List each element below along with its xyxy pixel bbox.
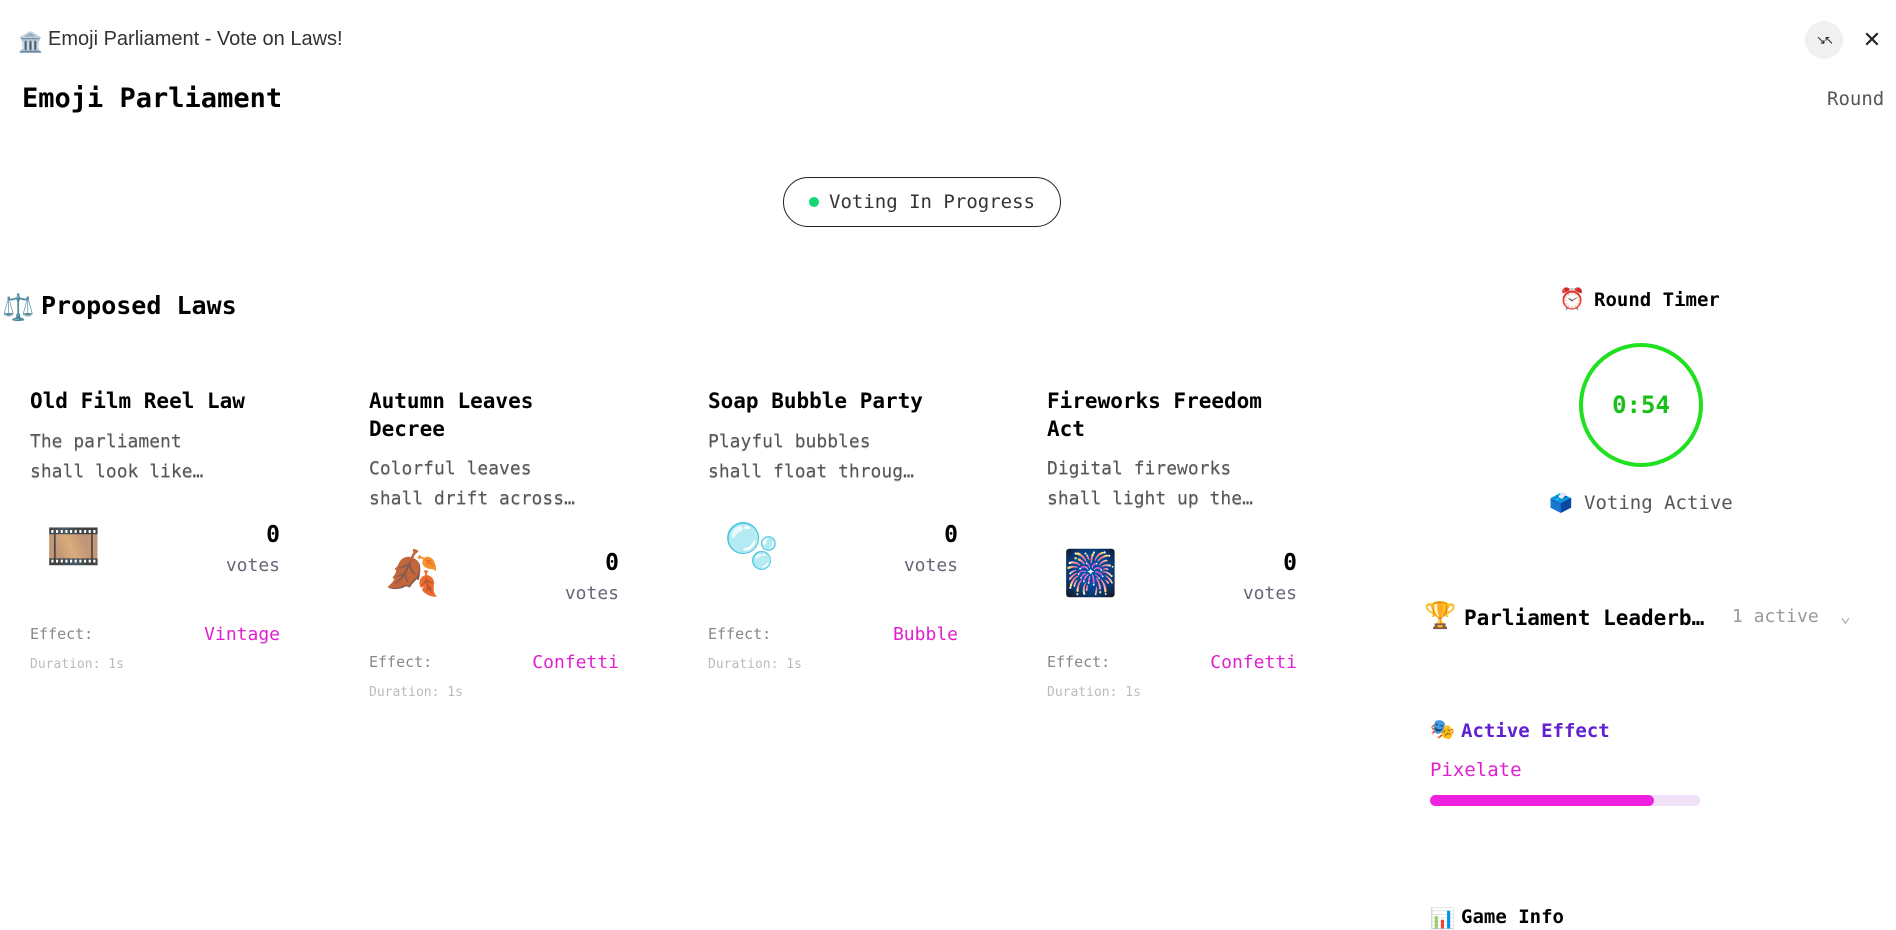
effect-value: Vintage [204, 624, 280, 645]
effect-label: Effect: [1047, 653, 1111, 671]
effect-label: Effect: [369, 653, 433, 671]
window-title: Emoji Parliament - Vote on Laws! [48, 28, 343, 50]
law-description-line: shall light up the… [1047, 488, 1253, 509]
app-title: Emoji Parliament [22, 83, 283, 114]
law-title: Soap Bubble Party [708, 389, 923, 413]
effect-value: Confetti [532, 652, 619, 673]
vote-count: 0 [944, 522, 958, 548]
round-timer-heading: Round Timer [1594, 289, 1720, 311]
law-description-line: shall float throug… [708, 461, 914, 482]
voting-status-label: Voting In Progress [829, 191, 1035, 213]
vote-count: 0 [266, 522, 280, 548]
effect-label: Effect: [708, 625, 772, 643]
active-effect-progress [1430, 795, 1700, 806]
round-label: Round [1827, 88, 1885, 110]
status-dot-icon [809, 197, 820, 207]
votes-label: votes [225, 555, 280, 576]
balance-scale-icon: ⚖️ [2, 293, 35, 323]
parliament-building-icon: 🏛️ [18, 30, 43, 54]
voting-status-badge: Voting In Progress [783, 177, 1061, 227]
vote-count: 0 [1283, 550, 1297, 576]
effect-duration: Duration: 1s [708, 657, 802, 672]
votes-label: votes [1242, 583, 1297, 604]
law-description: Digital fireworks shall light up the… [1047, 454, 1292, 514]
active-effect-heading: Active Effect [1461, 720, 1610, 742]
votes-label: votes [564, 583, 619, 604]
chevron-down-icon[interactable]: ⌄ [1840, 606, 1851, 627]
law-card-soap-bubble[interactable]: Soap Bubble Party Playful bubbles shall … [708, 387, 958, 747]
countdown-timer: 0:54 [1579, 343, 1703, 467]
close-button[interactable]: ✕ [1853, 21, 1891, 59]
law-description-line: shall drift across… [369, 488, 575, 509]
law-description: Playful bubbles shall float throug… [708, 427, 953, 487]
effect-label: Effect: [30, 625, 94, 643]
game-info-heading: Game Info [1461, 906, 1564, 928]
bubbles-icon: 🫧 [724, 521, 779, 572]
leaderboard-heading[interactable]: Parliament Leaderb… [1464, 606, 1704, 630]
active-effect-progress-fill [1430, 795, 1655, 806]
proposed-laws-heading: Proposed Laws [41, 291, 237, 320]
ballot-box-icon: 🗳️ [1549, 492, 1573, 514]
alarm-clock-icon: ⏰ [1559, 287, 1586, 311]
effect-value: Confetti [1210, 652, 1297, 673]
fireworks-icon: 🎆 [1063, 548, 1118, 599]
leaderboard-active-count: 1 active [1732, 606, 1819, 627]
law-title: Autumn Leaves Decree [369, 389, 534, 441]
law-title: Old Film Reel Law [30, 389, 245, 413]
law-description-line: Colorful leaves [369, 458, 532, 479]
active-effect-name: Pixelate [1430, 759, 1522, 781]
effect-duration: Duration: 1s [30, 657, 124, 672]
law-description-line: Digital fireworks [1047, 458, 1232, 479]
law-title: Fireworks Freedom Act [1047, 389, 1262, 441]
effect-duration: Duration: 1s [1047, 685, 1141, 700]
law-description-line: The parliament [30, 431, 182, 452]
trophy-icon: 🏆 [1424, 601, 1457, 631]
vote-count: 0 [605, 550, 619, 576]
effect-value: Bubble [892, 624, 958, 645]
minimize-button[interactable]: ↘↖ [1805, 21, 1843, 59]
film-reel-icon: 🎞️ [46, 521, 101, 572]
law-description-line: Playful bubbles [708, 431, 871, 452]
effect-duration: Duration: 1s [369, 685, 463, 700]
performing-arts-icon: 🎭 [1430, 717, 1455, 741]
law-card-autumn-leaves[interactable]: Autumn Leaves Decree Colorful leaves sha… [369, 387, 619, 747]
law-description-line: shall look like… [30, 461, 204, 482]
fallen-leaf-icon: 🍂 [385, 548, 440, 599]
countdown-value: 0:54 [1612, 391, 1670, 419]
collapse-arrows-icon: ↘↖ [1815, 33, 1834, 47]
law-description: Colorful leaves shall drift across… [369, 454, 614, 514]
law-card-old-film-reel[interactable]: Old Film Reel Law The parliament shall l… [30, 387, 280, 747]
votes-label: votes [903, 555, 958, 576]
law-description: The parliament shall look like… [30, 427, 275, 487]
law-card-fireworks-freedom[interactable]: Fireworks Freedom Act Digital fireworks … [1047, 387, 1297, 747]
close-icon: ✕ [1862, 27, 1882, 53]
voting-active-status: Voting Active [1584, 492, 1733, 514]
bar-chart-icon: 📊 [1430, 906, 1455, 930]
